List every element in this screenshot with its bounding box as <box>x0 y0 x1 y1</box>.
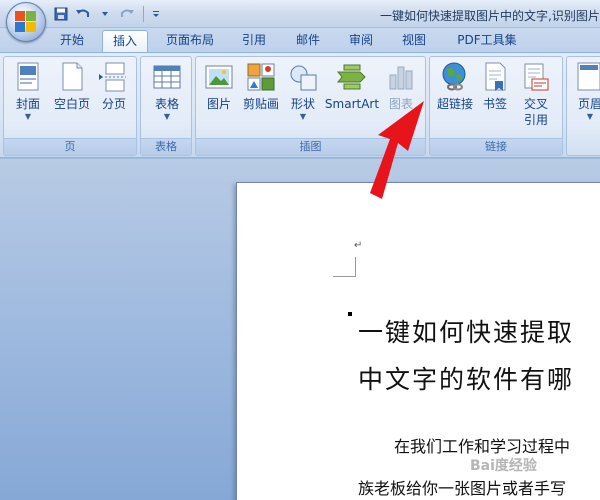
ribbon-tabs: 开始 插入 页面布局 引用 邮件 审阅 视图 PDF工具集 <box>0 28 600 52</box>
clip-art-icon <box>245 61 277 93</box>
dropdown-arrow-icon: ▼ <box>24 112 32 121</box>
paragraph-mark-icon: ↵ <box>354 240 363 251</box>
quick-access-toolbar <box>52 5 169 23</box>
window-title: 一键如何快速提取图片中的文字,识别图片 <box>380 9 600 23</box>
shapes-button[interactable]: 形状 ▼ <box>285 61 321 122</box>
red-arrow-icon <box>370 101 424 199</box>
qat-divider <box>143 6 144 22</box>
document-body-line-2[interactable]: 族老板给你一张图片或者手写 <box>358 475 566 499</box>
document-title-line-2[interactable]: 中文字的软件有哪 <box>358 360 574 396</box>
blank-page-button[interactable]: 空白页 <box>50 61 94 112</box>
document-body-line-1[interactable]: 在我们工作和学习过程中 <box>394 433 570 457</box>
dropdown-arrow-icon: ▼ <box>299 112 307 121</box>
ribbon: 封面 ▼ 空白页 分页 页 表格 ▼ 表格 图片 剪贴画 形状 ▼ SmartA… <box>0 52 600 158</box>
customize-icon[interactable] <box>147 5 165 23</box>
cross-reference-icon <box>520 61 552 93</box>
undo-dropdown-icon[interactable] <box>96 5 114 23</box>
tab-references[interactable]: 引用 <box>236 30 272 52</box>
office-button[interactable] <box>6 2 46 42</box>
smartart-icon <box>336 61 368 93</box>
picture-icon <box>203 61 235 93</box>
margin-corner-mark <box>333 276 355 277</box>
cross-reference-button[interactable]: 交叉 引用 <box>518 61 554 128</box>
text-cursor <box>348 312 352 316</box>
table-icon <box>151 61 183 93</box>
tab-home[interactable]: 开始 <box>54 30 90 52</box>
table-button[interactable]: 表格 ▼ <box>147 61 187 122</box>
dropdown-arrow-icon: ▼ <box>586 112 594 121</box>
margin-corner-mark <box>355 257 356 277</box>
title-bar: 一键如何快速提取图片中的文字,识别图片 <box>0 0 600 28</box>
bookmark-icon <box>479 61 511 93</box>
group-tables-label: 表格 <box>141 138 191 155</box>
group-tables: 表格 ▼ 表格 <box>140 56 192 156</box>
tab-pdf-tools[interactable]: PDF工具集 <box>447 30 527 52</box>
bookmark-button[interactable]: 书签 <box>478 61 512 112</box>
header-icon <box>574 61 600 93</box>
undo-icon[interactable] <box>74 5 92 23</box>
tab-page-layout[interactable]: 页面布局 <box>160 30 220 52</box>
clip-art-button[interactable]: 剪贴画 <box>239 61 283 112</box>
hyperlink-globe-icon <box>439 61 471 93</box>
chart-icon <box>385 61 417 93</box>
page-break-icon <box>98 61 130 93</box>
document-title-line-1[interactable]: 一键如何快速提取 <box>358 313 574 349</box>
office-logo-icon <box>15 11 37 33</box>
page-break-button[interactable]: 分页 <box>96 61 132 112</box>
picture-button[interactable]: 图片 <box>201 61 237 112</box>
cover-page-icon <box>12 61 44 93</box>
watermark: Bai度经验 <box>470 458 537 474</box>
group-header-footer: 页眉 ▼ <box>566 56 600 156</box>
group-pages-label: 页 <box>4 138 136 155</box>
tab-insert[interactable]: 插入 <box>102 30 148 52</box>
header-button[interactable]: 页眉 ▼ <box>573 61 600 122</box>
save-icon[interactable] <box>52 5 70 23</box>
redo-icon[interactable] <box>118 5 136 23</box>
tab-mailings[interactable]: 邮件 <box>290 30 326 52</box>
group-pages: 封面 ▼ 空白页 分页 页 <box>3 56 137 156</box>
tab-review[interactable]: 审阅 <box>343 30 379 52</box>
shapes-icon <box>287 61 319 93</box>
blank-page-icon <box>56 61 88 93</box>
tab-view[interactable]: 视图 <box>396 30 432 52</box>
dropdown-arrow-icon: ▼ <box>163 112 171 121</box>
cover-page-button[interactable]: 封面 ▼ <box>10 61 46 122</box>
